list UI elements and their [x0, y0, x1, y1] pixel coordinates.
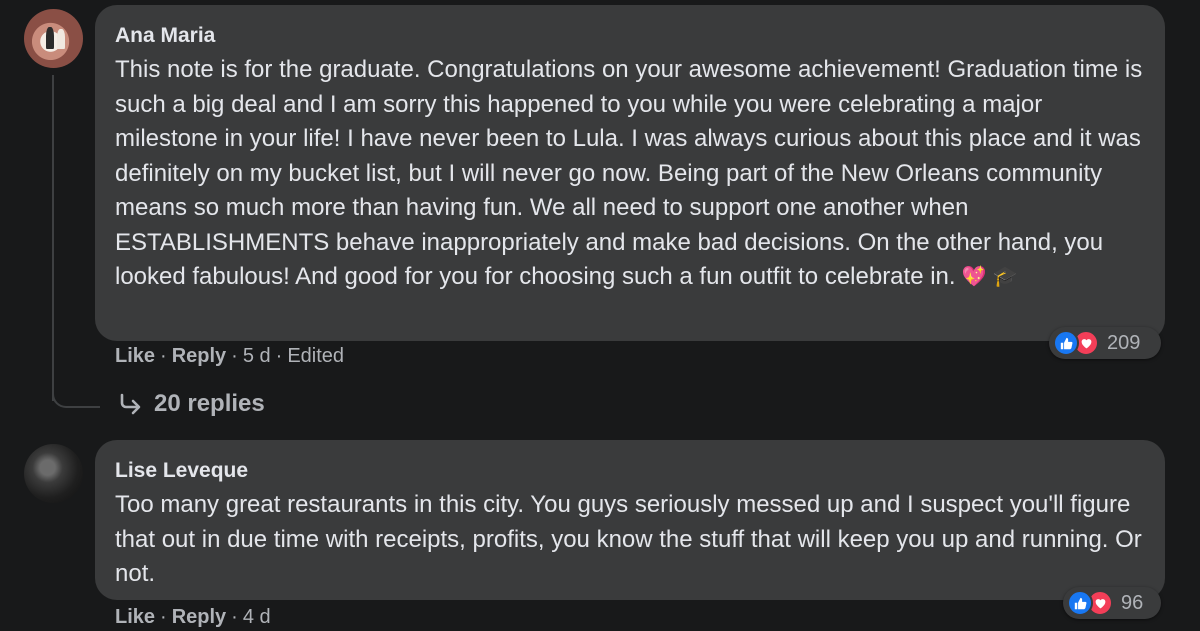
- like-icon: [1067, 590, 1093, 616]
- replies-count-label: 20 replies: [154, 390, 265, 417]
- thread-line: [52, 75, 54, 401]
- comment-author[interactable]: Lise Leveque: [115, 458, 1145, 484]
- view-replies-button[interactable]: 20 replies: [118, 390, 265, 418]
- reaction-count: 96: [1121, 591, 1144, 614]
- comment-actions: Like · Reply · 5 d · Edited: [115, 345, 345, 367]
- avatar[interactable]: [24, 9, 83, 68]
- like-button[interactable]: Like: [115, 606, 155, 628]
- reaction-count: 209: [1107, 331, 1141, 354]
- reaction-summary[interactable]: 96: [1063, 587, 1161, 619]
- sparkling-heart-emoji: 💖: [961, 266, 987, 289]
- like-icon: [1053, 330, 1079, 356]
- reply-button[interactable]: Reply: [172, 345, 226, 367]
- thread-connector: [52, 378, 100, 408]
- comment-bubble: Ana Maria This note is for the graduate.…: [95, 5, 1165, 341]
- reaction-summary[interactable]: 209: [1049, 327, 1161, 359]
- reply-button[interactable]: Reply: [172, 606, 226, 628]
- avatar[interactable]: [24, 444, 83, 503]
- comment-timestamp[interactable]: 5 d: [243, 345, 271, 367]
- comment-timestamp[interactable]: 4 d: [243, 606, 271, 628]
- edited-label[interactable]: Edited: [287, 345, 344, 367]
- comment-author[interactable]: Ana Maria: [115, 23, 1145, 49]
- comment-text: This note is for the graduate. Congratul…: [115, 53, 1145, 295]
- reply-arrow-icon: [120, 393, 141, 415]
- comment-actions: Like · Reply · 4 d: [115, 606, 271, 628]
- graduation-cap-emoji: 🎓: [992, 266, 1018, 289]
- like-button[interactable]: Like: [115, 345, 155, 367]
- comment-text: Too many great restaurants in this city.…: [115, 491, 1142, 587]
- comment-bubble: Lise Leveque Too many great restaurants …: [95, 440, 1165, 600]
